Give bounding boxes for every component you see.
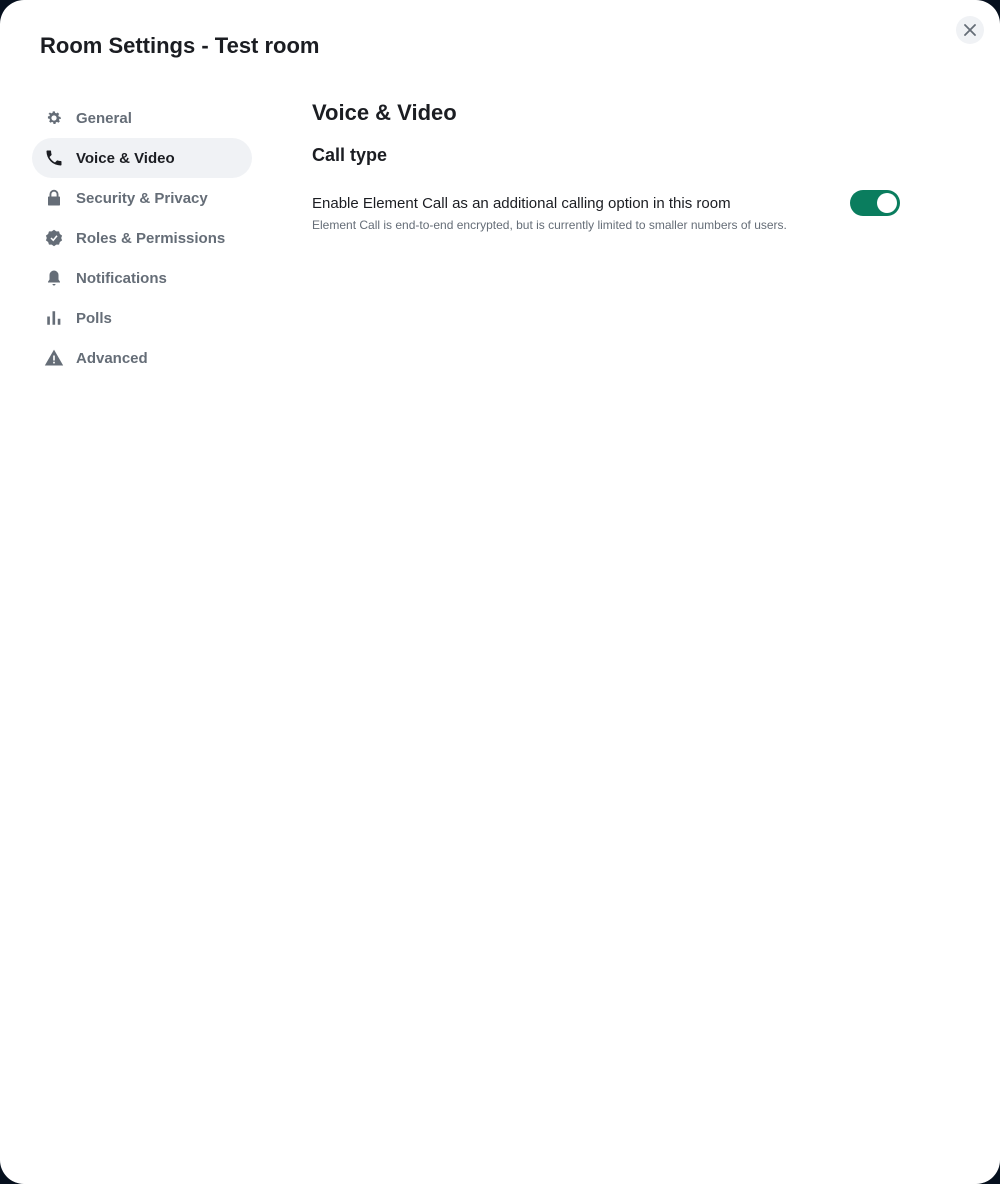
warning-icon — [44, 348, 64, 368]
settings-sidebar: General Voice & Video Security & Privacy… — [32, 98, 252, 378]
sidebar-item-voice-video[interactable]: Voice & Video — [32, 138, 252, 178]
section-title: Call type — [312, 145, 388, 165]
sidebar-item-security-privacy[interactable]: Security & Privacy — [32, 178, 252, 218]
phone-icon — [44, 148, 64, 168]
sidebar-item-label: Roles & Permissions — [76, 229, 226, 247]
sidebar-item-label: Notifications — [76, 269, 167, 287]
sidebar-item-label: General — [76, 109, 132, 127]
sidebar-item-label: Security & Privacy — [76, 189, 208, 207]
dialog-title: Room Settings - Test room — [40, 33, 320, 58]
room-settings-dialog: Room Settings - Test room General Voice … — [0, 0, 1000, 1184]
sidebar-item-advanced[interactable]: Advanced — [32, 338, 252, 378]
close-button[interactable] — [956, 16, 984, 44]
badge-check-icon — [44, 228, 64, 248]
bell-icon — [44, 268, 64, 288]
close-icon — [964, 24, 976, 36]
sidebar-item-notifications[interactable]: Notifications — [32, 258, 252, 298]
gear-icon — [44, 108, 64, 128]
sidebar-item-label: Polls — [76, 309, 112, 327]
toggle-knob — [877, 193, 897, 213]
chart-icon — [44, 308, 64, 328]
sidebar-item-polls[interactable]: Polls — [32, 298, 252, 338]
sidebar-item-roles-permissions[interactable]: Roles & Permissions — [32, 218, 252, 258]
settings-content: Voice & Video Call type Enable Element C… — [312, 98, 902, 234]
lock-icon — [44, 188, 64, 208]
page-title: Voice & Video — [312, 100, 457, 125]
sidebar-item-general[interactable]: General — [32, 98, 252, 138]
setting-description: Element Call is end-to-end encrypted, bu… — [312, 218, 787, 232]
element-call-toggle[interactable] — [850, 190, 900, 216]
sidebar-item-label: Voice & Video — [76, 149, 175, 167]
sidebar-item-label: Advanced — [76, 349, 148, 367]
setting-label: Enable Element Call as an additional cal… — [312, 195, 731, 212]
element-call-setting: Enable Element Call as an additional cal… — [312, 190, 902, 234]
